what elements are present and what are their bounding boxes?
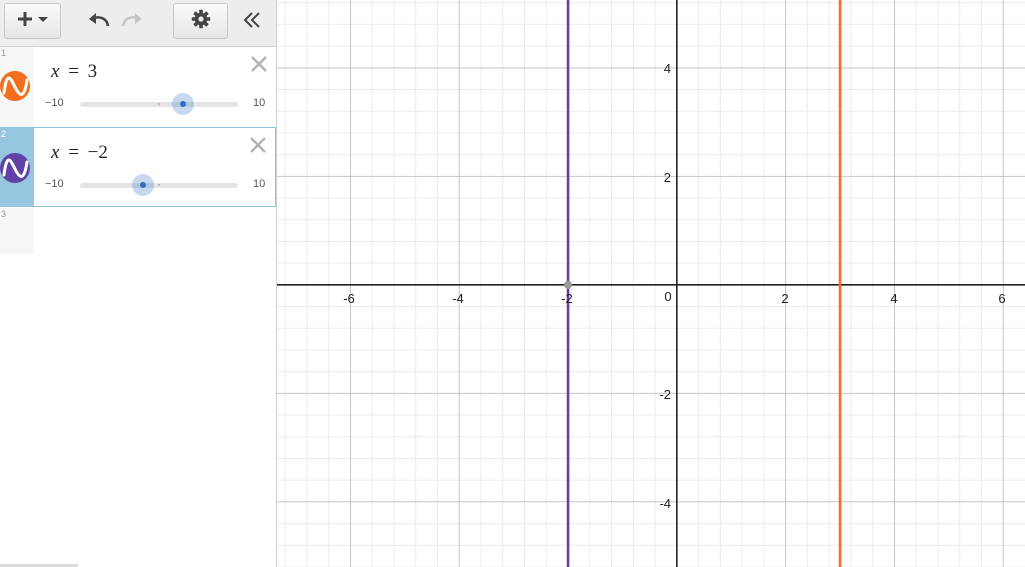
expression-gutter: 2 <box>0 128 34 206</box>
math-operator: = <box>68 142 79 163</box>
redo-button[interactable] <box>117 8 147 36</box>
undo-button[interactable] <box>84 8 114 36</box>
toolbar <box>0 0 276 47</box>
math-value: 3 <box>87 61 98 82</box>
new-expression-row[interactable]: 3 <box>0 208 34 254</box>
expression-row-2[interactable]: 2 x = −2 −10 10 <box>0 127 276 207</box>
expression-index: 3 <box>1 209 7 219</box>
orange-graph-toggle-icon[interactable] <box>0 71 30 101</box>
plus-dropdown-icon <box>16 9 50 34</box>
collapse-sidebar-button[interactable] <box>238 8 266 36</box>
slider-center-tick <box>158 184 160 186</box>
math-value: −2 <box>87 142 108 163</box>
math-variable: x <box>51 142 60 163</box>
y-tick-label: -2 <box>659 387 671 402</box>
settings-button[interactable] <box>173 3 228 39</box>
x-tick-label: 4 <box>890 291 897 306</box>
slider-max-label[interactable]: 10 <box>253 97 265 109</box>
x-tick-label: -6 <box>343 291 355 306</box>
expression-index: 1 <box>1 48 7 58</box>
undo-icon <box>86 10 112 35</box>
slider-thumb[interactable] <box>171 93 194 115</box>
value-slider[interactable] <box>80 93 238 115</box>
expression-row-1[interactable]: 1 x = 3 −10 10 <box>0 47 276 127</box>
double-chevron-left-icon <box>242 10 262 35</box>
x-tick-label: -2 <box>561 291 573 306</box>
purple-graph-toggle-icon[interactable] <box>0 153 30 183</box>
x-tick-label: 6 <box>998 291 1005 306</box>
expression-index: 2 <box>1 129 7 139</box>
math-variable: x <box>51 61 60 82</box>
expression-sidebar: 1 x = 3 −10 10 2 x = −2 −10 10 3 <box>0 0 277 567</box>
y-tick-label: 2 <box>664 170 671 185</box>
axis-intercept-point[interactable] <box>564 280 573 289</box>
delete-expression-icon[interactable] <box>250 55 268 73</box>
slider-thumb[interactable] <box>132 174 155 196</box>
expression-math[interactable]: x = −2 <box>51 142 108 164</box>
math-operator: = <box>68 61 79 82</box>
origin-label: 0 <box>664 289 671 304</box>
slider-min-label[interactable]: −10 <box>45 97 64 109</box>
redo-icon <box>119 10 145 35</box>
value-slider[interactable] <box>80 174 238 196</box>
y-tick-label: -4 <box>659 496 671 511</box>
gear-icon <box>191 9 211 34</box>
delete-expression-icon[interactable] <box>249 136 267 154</box>
y-tick-label: 4 <box>664 61 671 76</box>
x-tick-label: 2 <box>781 291 788 306</box>
x-tick-label: -4 <box>452 291 464 306</box>
expression-math[interactable]: x = 3 <box>51 61 97 83</box>
slider-max-label[interactable]: 10 <box>253 178 265 190</box>
slider-min-label[interactable]: −10 <box>45 178 64 190</box>
add-expression-button[interactable] <box>4 3 61 39</box>
expression-gutter: 1 <box>0 47 34 127</box>
slider-center-tick <box>158 103 160 105</box>
